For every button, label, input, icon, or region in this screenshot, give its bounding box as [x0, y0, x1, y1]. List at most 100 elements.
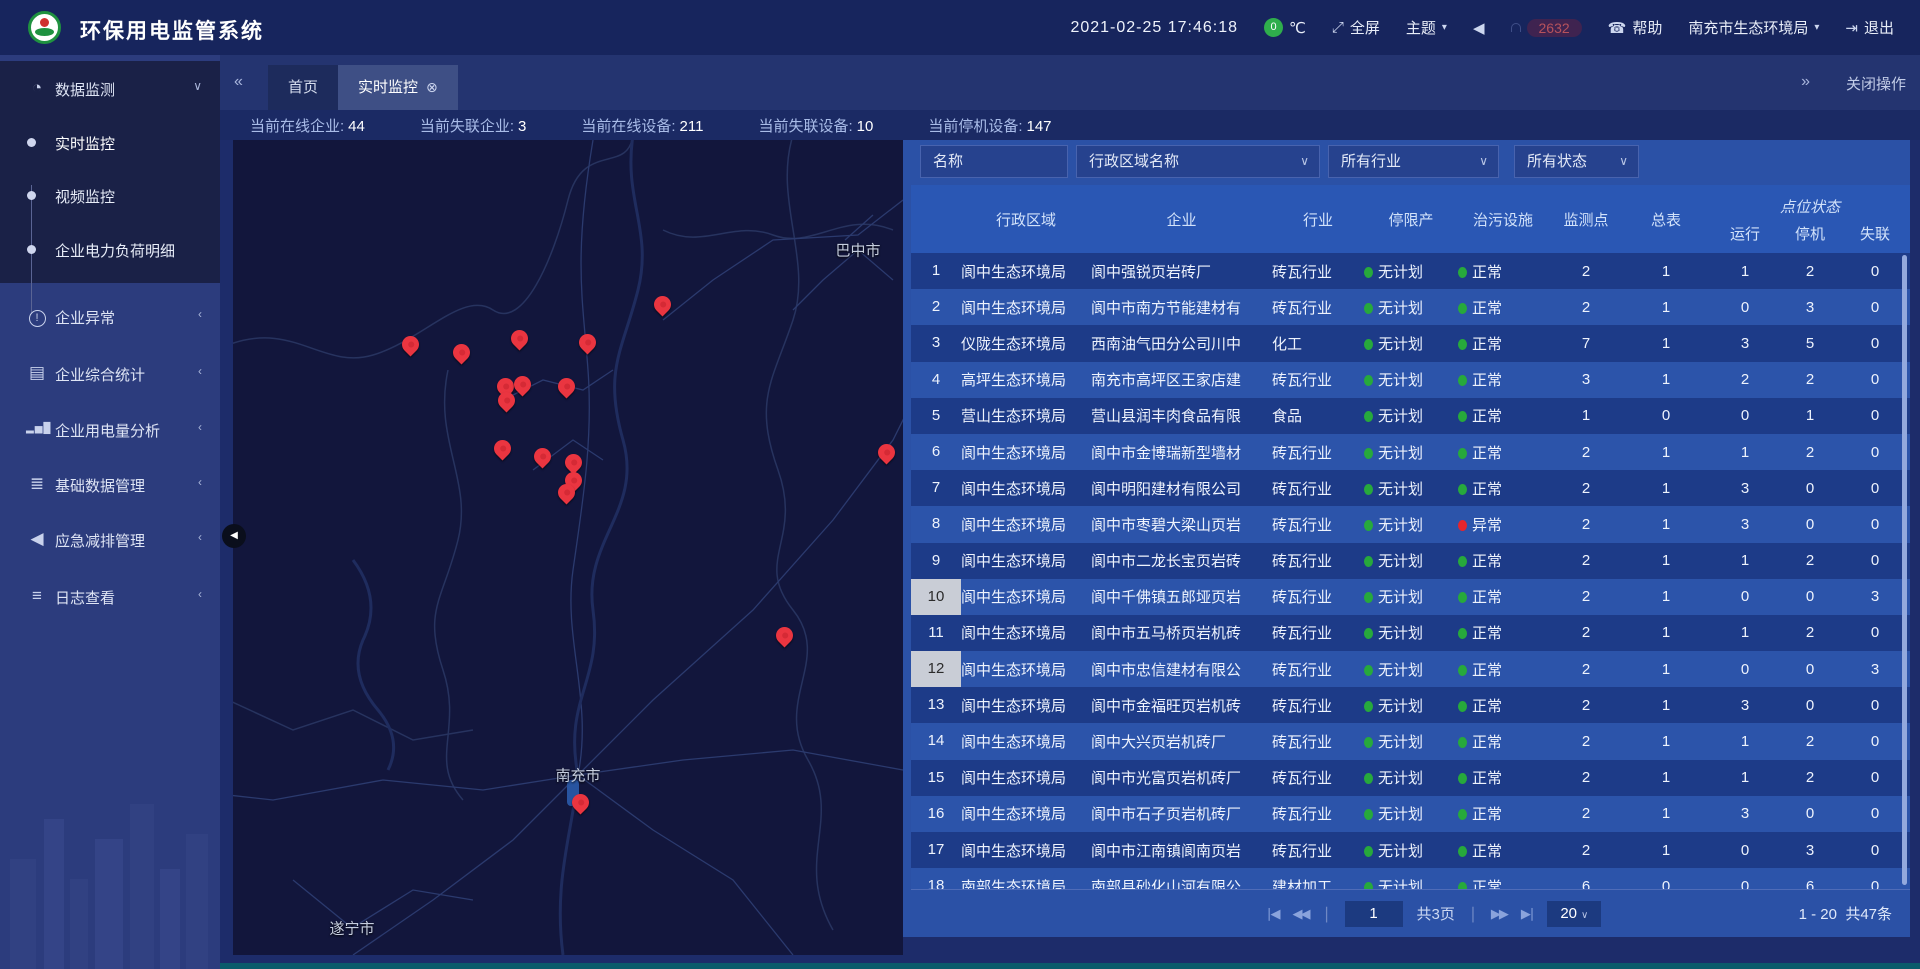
- facility-status: 正常: [1458, 803, 1548, 824]
- status-dot-icon: [1458, 628, 1467, 639]
- green-dot-icon: [1364, 267, 1373, 278]
- status-dot-icon: [1458, 267, 1467, 278]
- green-dot-icon: [1364, 846, 1373, 857]
- table-row[interactable]: 2 阆中生态环境局 阆中市南方节能建材有 砖瓦行业 无计划 正常 2 1 0 3…: [911, 289, 1910, 325]
- table-row[interactable]: 12 阆中生态环境局 阆中市忠信建材有限公 砖瓦行业 无计划 正常 2 1 0 …: [911, 651, 1910, 687]
- sidebar-item-label: 企业异常: [55, 307, 115, 328]
- close-icon[interactable]: ⊗: [426, 79, 438, 95]
- bullet-dot-icon: [27, 138, 36, 147]
- sidebar-item-enterprise-abnormal[interactable]: ! 企业异常 ‹: [0, 297, 220, 337]
- table-row[interactable]: 18 南部生态环境局 南部县砂化山河有限公 建材加工 无计划 正常 6 0 0 …: [911, 868, 1910, 889]
- pagination-range-label: 1 - 20 共47条: [1799, 903, 1892, 924]
- speaker-icon: ◀: [1473, 19, 1485, 37]
- pager-divider: ∣: [1323, 904, 1331, 924]
- chevron-left-icon: ‹: [198, 587, 202, 601]
- col-header-total-meters: 总表: [1624, 185, 1708, 253]
- fullscreen-icon: ⤢: [1332, 19, 1344, 36]
- table-row[interactable]: 16 阆中生态环境局 阆中市石子页岩机砖厂 砖瓦行业 无计划 正常 2 1 3 …: [911, 796, 1910, 832]
- sidebar-item-power-load-detail[interactable]: 企业电力负荷明细: [0, 237, 220, 267]
- help-button[interactable]: ☎ 帮助: [1608, 17, 1663, 38]
- prev-page-icon[interactable]: ◀◀: [1293, 906, 1309, 922]
- stop-production-status: 无计划: [1364, 442, 1458, 463]
- table-row[interactable]: 17 阆中生态环境局 阆中市江南镇阆南页岩 砖瓦行业 无计划 正常 2 1 0 …: [911, 832, 1910, 868]
- chevron-left-icon: ‹: [198, 530, 202, 544]
- facility-status: 正常: [1458, 731, 1548, 752]
- table-row[interactable]: 9 阆中生态环境局 阆中市二龙长宝页岩砖 砖瓦行业 无计划 正常 2 1 1 2…: [911, 543, 1910, 579]
- status-dot-icon: [1458, 773, 1467, 784]
- bottom-edge-strip: [220, 963, 1920, 969]
- stats-bar: 当前在线企业:44 当前失联企业:3 当前在线设备:211 当前失联设备:10 …: [220, 110, 1920, 140]
- table-row[interactable]: 6 阆中生态环境局 阆中市金博瑞新型墙材 砖瓦行业 无计划 正常 2 1 1 2…: [911, 434, 1910, 470]
- table-row[interactable]: 11 阆中生态环境局 阆中市五马桥页岩机砖 砖瓦行业 无计划 正常 2 1 1 …: [911, 615, 1910, 651]
- sidebar-item-emergency-reduction[interactable]: ◀ 应急减排管理 ‹: [0, 520, 220, 560]
- table-row[interactable]: 14 阆中生态环境局 阆中大兴页岩机砖厂 砖瓦行业 无计划 正常 2 1 1 2…: [911, 723, 1910, 759]
- phone-icon: ☎: [1608, 19, 1627, 37]
- last-page-icon[interactable]: ▶∣: [1521, 906, 1534, 922]
- name-search-input[interactable]: 名称: [920, 145, 1068, 178]
- notification-badge: 2632: [1527, 19, 1582, 37]
- sidebar-item-enterprise-stats[interactable]: ▤ 企业综合统计 ‹: [0, 354, 220, 394]
- table-row[interactable]: 1 阆中生态环境局 阆中强锐页岩砖厂 砖瓦行业 无计划 正常 2 1 1 2 0: [911, 253, 1910, 289]
- table-row[interactable]: 5 营山生态环境局 营山县润丰肉食品有限 食品 无计划 正常 1 0 0 1 0: [911, 398, 1910, 434]
- tabs-scroll-left-icon[interactable]: «: [234, 73, 243, 91]
- sidebar-item-log-view[interactable]: ≡ 日志查看 ‹: [0, 577, 220, 617]
- logout-button[interactable]: ⇥ 退出: [1845, 17, 1894, 38]
- page-number-input[interactable]: 1: [1345, 901, 1403, 927]
- org-dropdown[interactable]: 南充市生态环境局 ▾: [1688, 17, 1819, 38]
- sidebar-item-base-data[interactable]: ≣ 基础数据管理 ‹: [0, 465, 220, 505]
- col-header-running: 运行: [1708, 223, 1782, 253]
- map-collapse-button[interactable]: ◀: [222, 524, 246, 548]
- bar-chart-icon: ▂▅█: [26, 423, 48, 434]
- status-dot-icon: [1458, 556, 1467, 567]
- industry-select[interactable]: 所有行业∨: [1328, 145, 1499, 178]
- green-dot-icon: [1364, 303, 1373, 314]
- fullscreen-button[interactable]: ⤢ 全屏: [1332, 17, 1380, 38]
- table-row[interactable]: 7 阆中生态环境局 阆中明阳建材有限公司 砖瓦行业 无计划 正常 2 1 3 0…: [911, 470, 1910, 506]
- table-row[interactable]: 15 阆中生态环境局 阆中市光富页岩机砖厂 砖瓦行业 无计划 正常 2 1 1 …: [911, 760, 1910, 796]
- table-row[interactable]: 10 阆中生态环境局 阆中千佛镇五郎垭页岩 砖瓦行业 无计划 正常 2 1 0 …: [911, 579, 1910, 615]
- notification-area[interactable]: 2632: [1511, 19, 1582, 37]
- next-page-icon[interactable]: ▶▶: [1491, 906, 1507, 922]
- facility-status: 正常: [1458, 767, 1548, 788]
- facility-status: 正常: [1458, 333, 1548, 354]
- region-select[interactable]: 行政区域名称∨: [1076, 145, 1320, 178]
- table-scrollbar[interactable]: [1902, 255, 1907, 885]
- stop-production-status: 无计划: [1364, 622, 1458, 643]
- stat-offline-enterprises: 当前失联企业:3: [420, 115, 527, 136]
- close-operations-button[interactable]: 关闭操作: [1846, 73, 1906, 94]
- table-row[interactable]: 8 阆中生态环境局 阆中市枣碧大梁山页岩 砖瓦行业 无计划 异常 2 1 3 0…: [911, 506, 1910, 542]
- page-size-select[interactable]: 20∨: [1547, 901, 1601, 927]
- chevron-left-icon: ‹: [198, 307, 202, 321]
- first-page-icon[interactable]: ∣◀: [1266, 906, 1279, 922]
- facility-status: 正常: [1458, 659, 1548, 680]
- status-dot-icon: [1458, 809, 1467, 820]
- tab-home[interactable]: 首页: [268, 65, 338, 110]
- table-row[interactable]: 3 仪陇生态环境局 西南油气田分公司川中 化工 无计划 正常 7 1 3 5 0: [911, 325, 1910, 361]
- chevron-down-icon: ∨: [1581, 910, 1588, 921]
- alert-circle-icon: !: [26, 306, 48, 327]
- table-row[interactable]: 13 阆中生态环境局 阆中市金福旺页岩机砖 砖瓦行业 无计划 正常 2 1 3 …: [911, 687, 1910, 723]
- sidebar-item-realtime-monitor[interactable]: 实时监控: [0, 130, 220, 160]
- sidebar-item-power-analysis[interactable]: ▂▅█ 企业用电量分析 ‹: [0, 410, 220, 450]
- sidebar-item-data-monitoring[interactable]: ◔ 数据监测 ∨: [0, 69, 220, 109]
- stop-production-status: 无计划: [1364, 261, 1458, 282]
- tabs-scroll-right-icon[interactable]: »: [1801, 73, 1810, 91]
- map-panel[interactable]: 巴中市南充市遂宁市: [233, 140, 903, 955]
- header-datetime: 2021-02-25 17:46:18: [1070, 19, 1238, 37]
- stat-online-devices: 当前在线设备:211: [581, 115, 703, 136]
- sidebar-item-video-monitor[interactable]: 视频监控: [0, 183, 220, 213]
- status-select[interactable]: 所有状态∨: [1514, 145, 1639, 178]
- mute-button[interactable]: ◀: [1473, 19, 1485, 37]
- col-header-region: 行政区域: [961, 185, 1091, 253]
- green-dot-icon: [1364, 375, 1373, 386]
- table-row[interactable]: 4 高坪生态环境局 南充市高坪区王家店建 砖瓦行业 无计划 正常 3 1 2 2…: [911, 362, 1910, 398]
- theme-dropdown[interactable]: 主题 ▾: [1406, 17, 1447, 38]
- tab-realtime-monitor[interactable]: 实时监控⊗: [338, 65, 458, 110]
- stop-production-status: 无计划: [1364, 731, 1458, 752]
- green-dot-icon: [1364, 809, 1373, 820]
- sidebar-skyline-art: [0, 779, 220, 969]
- exit-icon: ⇥: [1845, 19, 1858, 37]
- stop-production-status: 无计划: [1364, 586, 1458, 607]
- status-dot-icon: [1458, 665, 1467, 676]
- stop-production-status: 无计划: [1364, 695, 1458, 716]
